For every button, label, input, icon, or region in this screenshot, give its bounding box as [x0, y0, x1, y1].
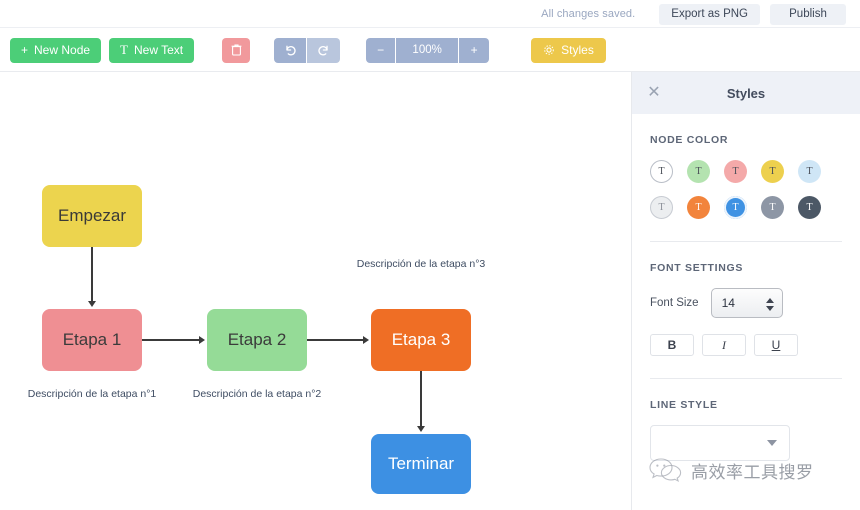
- bold-button[interactable]: B: [650, 334, 694, 356]
- flow-node-caption-etapa3: Descripción de la etapa n°3: [356, 258, 486, 270]
- italic-button[interactable]: I: [702, 334, 746, 356]
- edge-arrowhead-empezar-etapa1: [88, 301, 96, 307]
- styles-panel-body: NODE COLOR TTTTT TTTTT FONT SETTINGS Fon…: [632, 134, 860, 461]
- flow-node-label: Empezar: [57, 206, 127, 225]
- edge-empezar-etapa1: [91, 247, 93, 303]
- color-swatch-light-green[interactable]: T: [687, 160, 710, 183]
- redo-arrow-icon: [318, 45, 328, 55]
- export-as-png-button[interactable]: Export as PNG: [659, 3, 760, 25]
- edge-arrowhead-etapa3-terminar: [417, 426, 425, 432]
- styles-button-label: Styles: [561, 43, 594, 57]
- zoom-level-display: 100%: [396, 37, 460, 63]
- flow-node-label: Etapa 1: [62, 330, 122, 349]
- color-swatch-gray[interactable]: T: [761, 196, 784, 219]
- close-icon[interactable]: ✕: [644, 83, 664, 103]
- color-swatch-dark-slate[interactable]: T: [798, 196, 821, 219]
- font-settings-section-label: FONT SETTINGS: [650, 262, 744, 274]
- text-type-icon: T: [120, 42, 128, 57]
- text-format-buttons: B I U: [650, 334, 842, 356]
- panel-divider-2: [650, 378, 842, 379]
- flow-node-etapa3[interactable]: Etapa 3: [371, 309, 471, 371]
- node-color-swatch-row-2: TTTTT: [650, 196, 842, 219]
- flow-node-empezar[interactable]: Empezar: [42, 185, 142, 247]
- zoom-control-group: − 100% +: [366, 37, 490, 63]
- node-color-swatch-row-1: TTTTT: [650, 160, 842, 183]
- chevron-down-icon: [767, 440, 777, 446]
- styles-button[interactable]: Styles: [531, 37, 606, 63]
- undo-arrow-icon: [285, 45, 296, 55]
- main-toolbar: + New Node T New Text − 100% + Styles: [0, 28, 860, 72]
- color-swatch-light-gray[interactable]: T: [650, 196, 673, 219]
- edge-arrowhead-etapa1-etapa2: [199, 336, 205, 344]
- color-swatch-white[interactable]: T: [650, 160, 673, 183]
- flow-node-label: Etapa 3: [391, 330, 451, 349]
- styles-panel-header: ✕ Styles: [632, 72, 860, 114]
- save-status-text: All changes saved.: [541, 8, 636, 20]
- panel-divider-1: [650, 241, 842, 242]
- font-size-value: 14: [721, 296, 735, 310]
- color-swatch-salmon[interactable]: T: [724, 160, 747, 183]
- zoom-in-button[interactable]: +: [459, 37, 490, 63]
- new-text-label: New Text: [134, 43, 184, 57]
- underline-button[interactable]: U: [754, 334, 798, 356]
- delete-button[interactable]: [222, 37, 251, 63]
- line-style-dropdown[interactable]: [650, 425, 790, 461]
- flow-node-etapa1[interactable]: Etapa 1: [42, 309, 142, 371]
- new-text-button[interactable]: T New Text: [109, 37, 195, 63]
- publish-button[interactable]: Publish: [770, 3, 846, 25]
- flow-node-caption-etapa2: Descripción de la etapa n°2: [192, 388, 322, 400]
- flow-node-terminar[interactable]: Terminar: [371, 434, 471, 494]
- flow-node-label: Terminar: [387, 454, 455, 473]
- font-size-stepper[interactable]: 14: [710, 288, 783, 318]
- node-color-section-label: NODE COLOR: [650, 134, 729, 146]
- edge-etapa1-etapa2: [142, 339, 201, 341]
- styles-panel: ✕ Styles NODE COLOR TTTTT TTTTT FONT SET…: [632, 72, 860, 510]
- edge-etapa3-terminar: [420, 371, 422, 428]
- history-button-group: [274, 37, 341, 63]
- trash-icon: [231, 44, 242, 56]
- zoom-out-button[interactable]: −: [366, 37, 397, 63]
- edge-etapa2-etapa3: [307, 339, 365, 341]
- color-swatch-light-blue[interactable]: T: [798, 160, 821, 183]
- flow-node-etapa2[interactable]: Etapa 2: [207, 309, 307, 371]
- flow-node-caption-etapa1: Descripción de la etapa n°1: [27, 388, 157, 400]
- app-root: All changes saved. Export as PNG Publish…: [0, 0, 860, 510]
- stepper-arrows-icon[interactable]: [765, 294, 774, 314]
- new-node-button[interactable]: + New Node: [10, 37, 102, 63]
- color-swatch-blue[interactable]: T: [724, 196, 747, 219]
- flowchart-canvas[interactable]: Empezar Etapa 1 Descripción de la etapa …: [0, 72, 632, 510]
- color-swatch-yellow[interactable]: T: [761, 160, 784, 183]
- new-node-label: New Node: [34, 43, 91, 57]
- gear-icon: [544, 45, 554, 55]
- plus-icon: +: [21, 43, 29, 57]
- font-size-row: Font Size 14: [650, 288, 842, 318]
- color-swatch-orange[interactable]: T: [687, 196, 710, 219]
- undo-button[interactable]: [274, 37, 308, 63]
- line-style-section-label: LINE STYLE: [650, 399, 718, 411]
- redo-button[interactable]: [307, 37, 341, 63]
- flow-node-label: Etapa 2: [227, 330, 287, 349]
- edge-arrowhead-etapa2-etapa3: [363, 336, 369, 344]
- top-header: All changes saved. Export as PNG Publish: [0, 0, 860, 28]
- styles-panel-title: Styles: [726, 85, 766, 101]
- font-size-label: Font Size: [650, 297, 699, 309]
